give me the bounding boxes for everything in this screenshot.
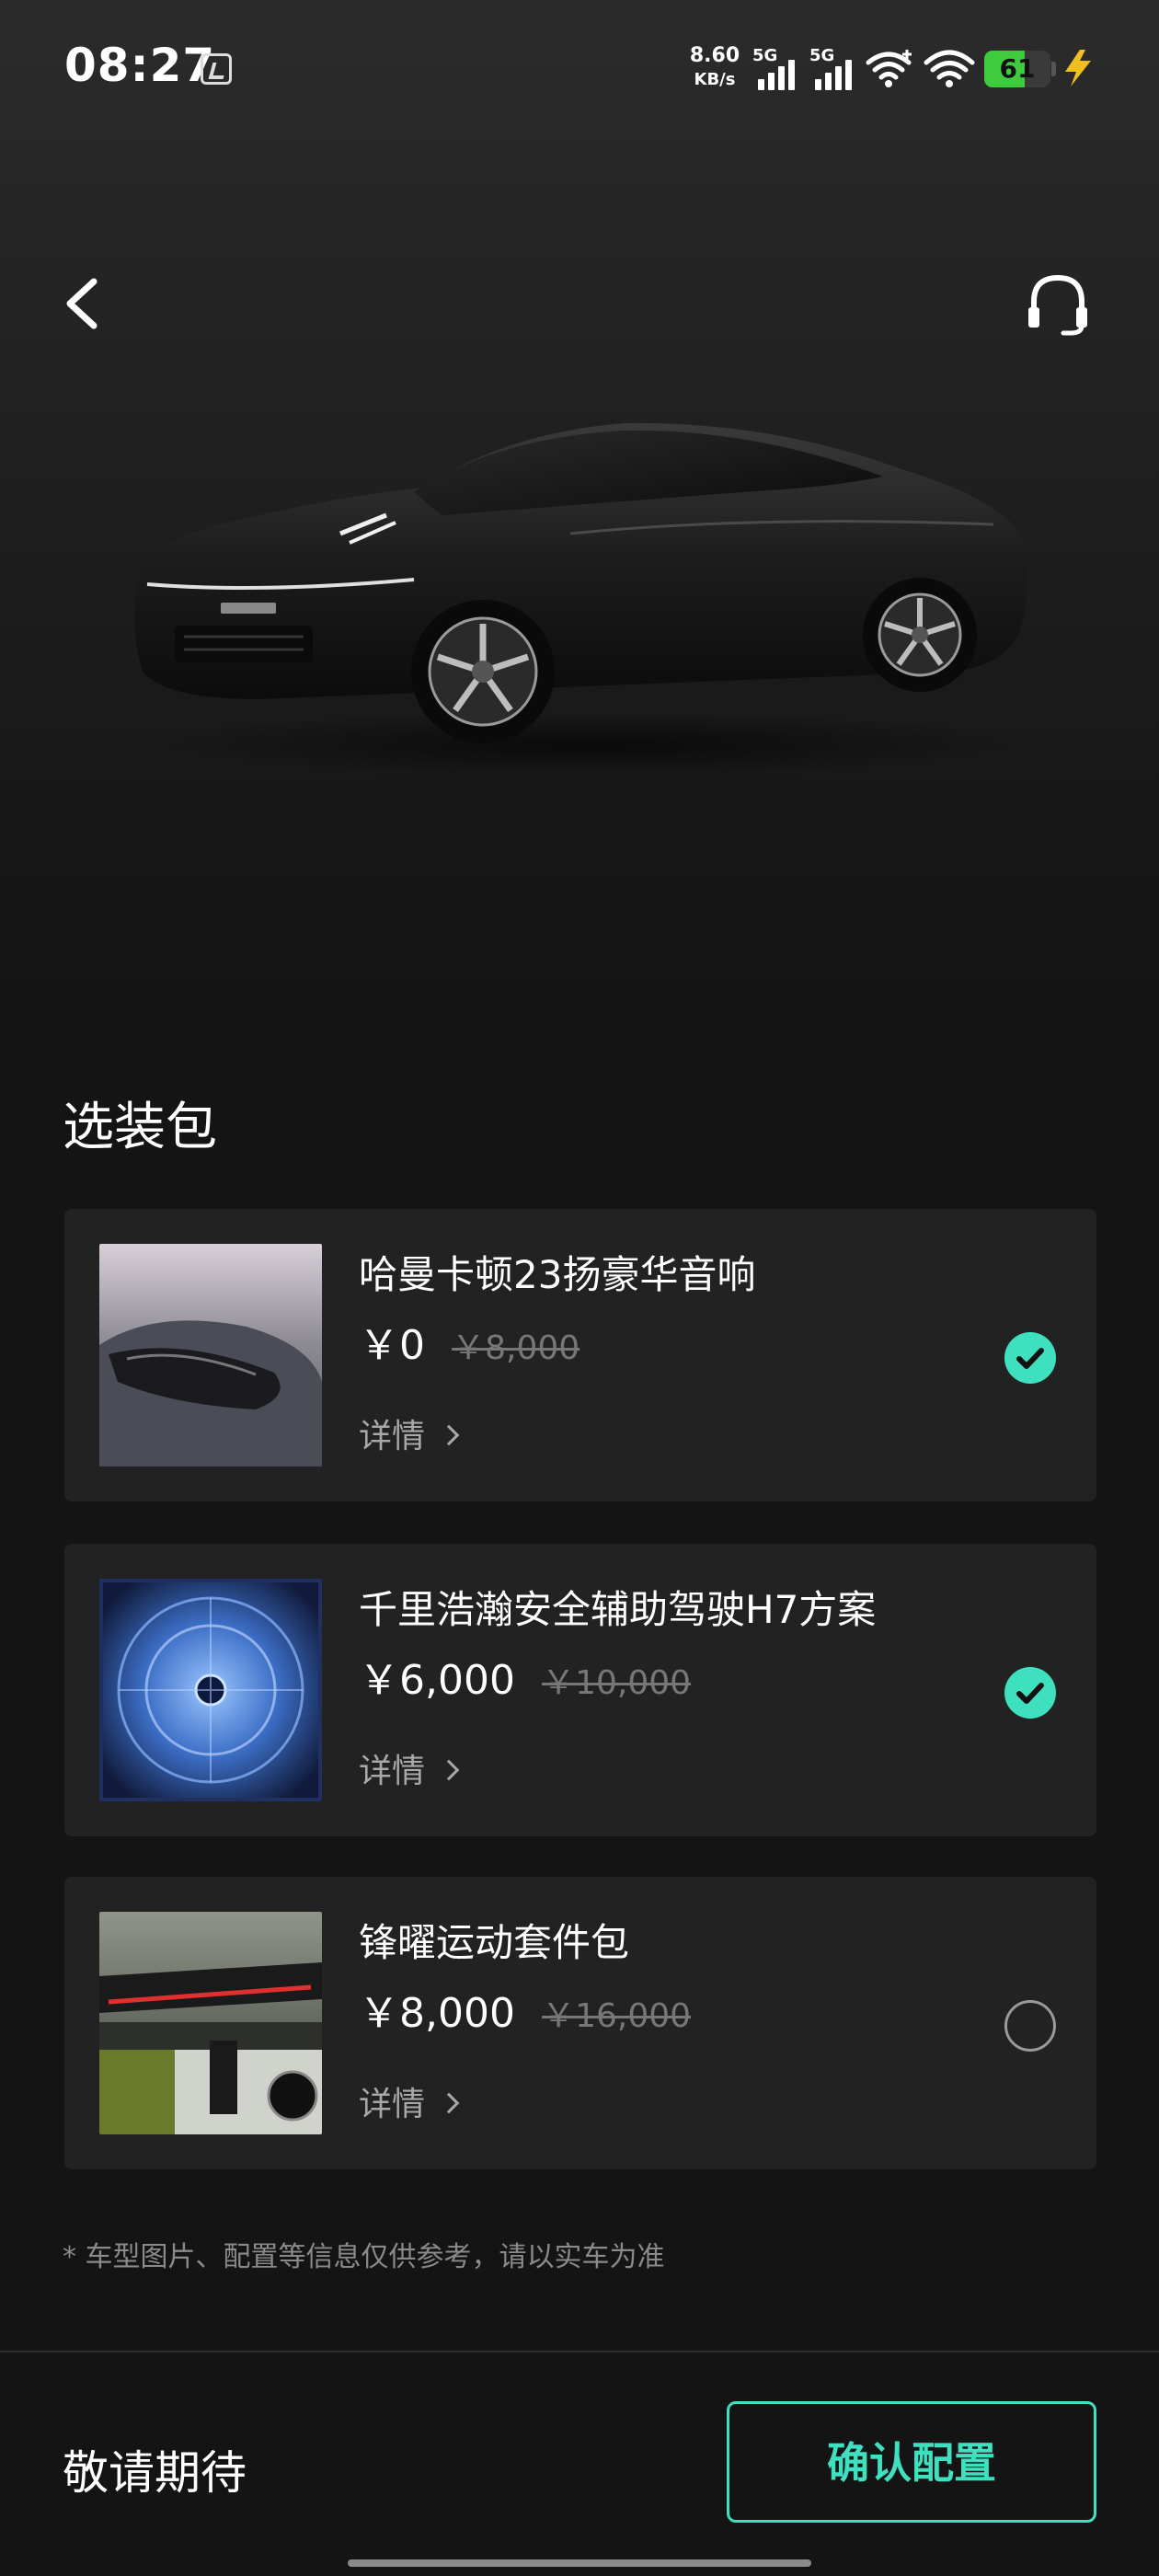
detail-label: 详情: [359, 1753, 426, 1790]
car-hero-image: [134, 422, 1030, 778]
cell-signal-1-label: 5G: [752, 46, 778, 65]
section-title: 选装包: [63, 1098, 217, 1157]
package-price: ￥8,000: [359, 1990, 515, 2037]
speaker-image: [99, 1244, 322, 1466]
package-card[interactable]: 千里浩瀚安全辅助驾驶H7方案 ￥6,000 ￥10,000 详情: [64, 1544, 1096, 1836]
package-thumbnail: [99, 1244, 322, 1466]
home-indicator[interactable]: [348, 2559, 811, 2567]
wifi-hotspot-icon: [866, 50, 912, 87]
package-select-checkbox[interactable]: [1004, 2000, 1056, 2052]
charging-bolt-icon: [1065, 50, 1091, 86]
detail-label: 详情: [359, 2086, 426, 2123]
battery-level: 61: [999, 53, 1036, 84]
package-detail-link[interactable]: 详情: [359, 2077, 460, 2125]
coming-soon-text: 敬请期待: [63, 2446, 247, 2500]
package-original-price: ￥10,000: [542, 1664, 692, 1702]
checkmark-icon: [1016, 1683, 1044, 1704]
package-thumbnail: [99, 1912, 322, 2134]
package-original-price: ￥16,000: [542, 1997, 692, 2035]
package-title: 哈曼卡顿23扬豪华音响: [359, 1252, 756, 1297]
driving-assist-image: [99, 1579, 322, 1801]
chevron-right-icon: [438, 1759, 460, 1781]
package-title: 锋曜运动套件包: [359, 1920, 630, 1965]
chevron-right-icon: [438, 2092, 460, 2114]
package-select-checkbox[interactable]: [1004, 1332, 1056, 1384]
wifi-icon: [924, 50, 975, 87]
chevron-left-icon: [66, 278, 98, 329]
footer-divider: [0, 2351, 1159, 2352]
sport-kit-image: [99, 1912, 322, 2134]
battery-icon: 61: [984, 51, 1050, 87]
package-detail-link[interactable]: 详情: [359, 1744, 460, 1792]
price-row: ￥6,000 ￥10,000: [359, 1647, 692, 1704]
back-button[interactable]: [55, 267, 110, 340]
status-bar: 08:27 8.60 KB/s 5G 5G 61: [0, 0, 1159, 138]
package-price: ￥0: [359, 1322, 425, 1369]
package-select-checkbox[interactable]: [1004, 1667, 1056, 1719]
package-price: ￥6,000: [359, 1657, 515, 1704]
package-card[interactable]: 锋曜运动套件包 ￥8,000 ￥16,000 详情: [64, 1877, 1096, 2169]
package-title: 千里浩瀚安全辅助驾驶H7方案: [359, 1587, 877, 1632]
headset-icon: [1028, 274, 1087, 336]
notification-app-icon: [201, 53, 232, 85]
page: 08:27 8.60 KB/s 5G 5G 61 选装包 哈曼卡顿23扬豪华音响…: [0, 0, 1159, 2576]
cell-signal-2-label: 5G: [809, 46, 835, 65]
battery-tip: [1051, 62, 1056, 76]
detail-label: 详情: [359, 1418, 426, 1455]
price-row: ￥8,000 ￥16,000: [359, 1980, 692, 2037]
status-time: 08:27: [64, 39, 216, 92]
package-detail-link[interactable]: 详情: [359, 1409, 460, 1457]
network-speed: 8.60 KB/s: [683, 44, 747, 92]
confirm-config-button[interactable]: 确认配置: [727, 2401, 1096, 2523]
checkmark-icon: [1016, 1348, 1044, 1369]
package-original-price: ￥8,000: [452, 1329, 580, 1367]
package-thumbnail: [99, 1579, 322, 1801]
network-speed-unit: KB/s: [694, 70, 736, 89]
customer-service-button[interactable]: [1021, 267, 1095, 340]
price-row: ￥0 ￥8,000: [359, 1312, 580, 1369]
disclaimer-text: * 车型图片、配置等信息仅供参考，请以实车为准: [63, 2241, 665, 2273]
cell-signal-1-icon: 5G: [752, 46, 806, 90]
network-speed-value: 8.60: [689, 44, 740, 67]
cell-signal-2-icon: 5G: [809, 46, 863, 90]
chevron-right-icon: [438, 1424, 460, 1446]
package-card[interactable]: 哈曼卡顿23扬豪华音响 ￥0 ￥8,000 详情: [64, 1209, 1096, 1501]
